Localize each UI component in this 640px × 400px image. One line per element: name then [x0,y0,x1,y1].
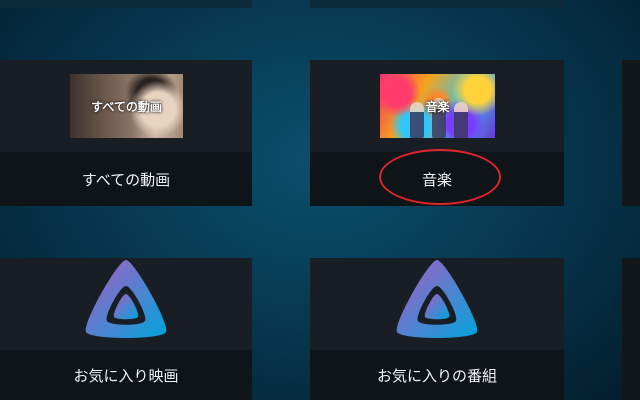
jellyfin-logo-icon [85,260,167,338]
tile-favorite-movies[interactable]: お気に入り映画 [0,258,252,400]
tile-label-bar: お気に入り映画 [0,350,252,400]
tile-label-bar: お気に入りの番組 [310,350,564,400]
tile-label: 音楽 [421,170,452,189]
thumbnail-caption: すべての動画 [91,99,162,114]
person-figure [410,102,424,138]
tile-label-bar: すべての動画 [0,152,252,206]
all-videos-thumbnail: すべての動画 [70,74,183,138]
tile-peek-right-bottom[interactable] [622,258,640,400]
tile-label-bar: 音楽 [310,152,564,206]
tile-peek-top-left [0,0,252,8]
tile-music[interactable]: 音楽 音楽 [310,60,564,206]
tile-peek-top-middle [310,0,564,8]
tile-peek-right-top[interactable] [622,60,640,206]
music-thumbnail: 音楽 [380,74,495,138]
person-figure [454,102,468,138]
thumbnail-caption: 音楽 [425,99,450,114]
jellyfin-logo-icon [396,260,478,338]
tile-label: お気に入り映画 [73,366,179,385]
tile-label: お気に入りの番組 [376,366,497,385]
tile-label: すべての動画 [81,170,171,189]
tile-all-videos[interactable]: すべての動画 すべての動画 [0,60,252,206]
tile-favorite-shows[interactable]: お気に入りの番組 [310,258,564,400]
